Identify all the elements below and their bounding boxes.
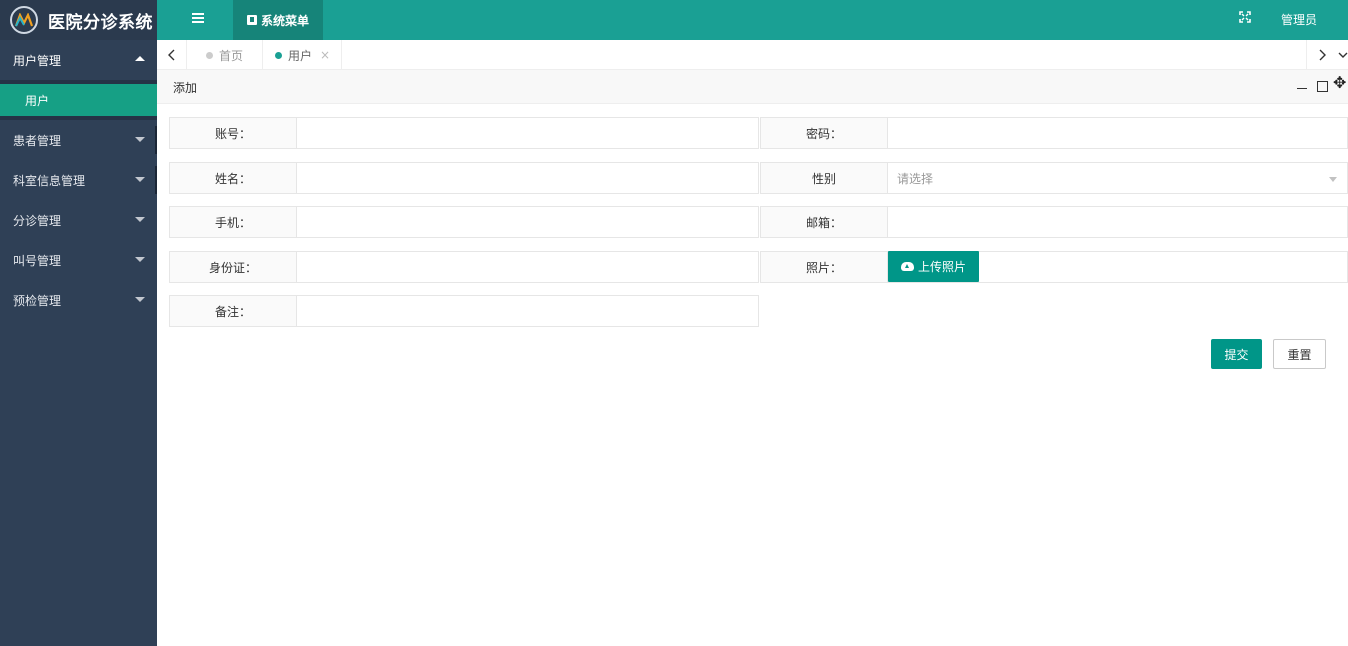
sidebar-item-label: 分诊管理 (13, 213, 62, 228)
system-menu-label: 系统菜单 (260, 13, 309, 28)
phone-label: 手机： (169, 206, 297, 238)
sidebar-item-label: 预检管理 (13, 293, 62, 308)
form-row-name: 姓名： (169, 162, 759, 194)
remark-field[interactable] (297, 295, 759, 327)
sidebar-item-label: 科室信息管理 (13, 173, 86, 188)
chevron-right-icon[interactable] (1306, 40, 1336, 70)
name-label: 姓名： (169, 162, 297, 194)
move-icon: ✥ (1333, 73, 1347, 92)
logo-glyph-icon (15, 13, 33, 27)
id-card-field[interactable] (297, 251, 759, 283)
form-row-gender: 性别 请选择 (760, 162, 1348, 194)
tab-label: 用户 (288, 48, 313, 63)
tab-label: 首页 (219, 48, 244, 63)
chevron-down-icon (135, 257, 145, 262)
chevron-down-icon (135, 177, 145, 182)
sidebar-item-label: 叫号管理 (13, 253, 62, 268)
chevron-down-icon[interactable] (1337, 40, 1348, 70)
sidebar-item-precheck-management[interactable]: 预检管理 (0, 280, 157, 320)
sidebar-item-patient-management[interactable]: 患者管理 (0, 120, 157, 160)
menu-icon[interactable] (192, 13, 204, 25)
form-row-account: 账号： (169, 117, 759, 149)
cloud-upload-icon (900, 262, 914, 271)
photo-label: 照片： (760, 251, 888, 283)
app-title: 医院分诊系统 (48, 12, 153, 33)
form-row-phone: 手机： (169, 206, 759, 238)
chevron-down-icon (135, 137, 145, 142)
password-field[interactable] (888, 117, 1348, 149)
sidebar-subitem-user[interactable]: 用户 (0, 84, 157, 116)
upload-photo-button[interactable]: 上传照片 (888, 251, 979, 282)
tab-bar: 首页 用户 × (157, 40, 1348, 70)
form-row-email: 邮箱： (760, 206, 1348, 238)
phone-field[interactable] (297, 206, 759, 238)
tab-home[interactable]: 首页 (188, 40, 263, 70)
sidebar-item-user-management[interactable]: 用户管理 (0, 40, 157, 80)
fullscreen-icon[interactable] (1239, 11, 1251, 23)
gender-label: 性别 (760, 162, 888, 194)
form-row-photo: 照片： (760, 251, 1348, 283)
email-field[interactable] (888, 206, 1348, 238)
gender-select[interactable]: 请选择 (888, 162, 1348, 194)
form-row-remark: 备注： (169, 295, 759, 327)
submit-button[interactable]: 提交 (1211, 339, 1262, 369)
maximize-icon[interactable] (1317, 81, 1328, 92)
gender-placeholder: 请选择 (897, 171, 934, 186)
chevron-left-icon[interactable] (157, 40, 187, 70)
sidebar: 医院分诊系统 用户管理 用户 患者管理 科室信息管理 分诊管理 叫号管理 预检管… (0, 0, 157, 646)
tab-user[interactable]: 用户 × (263, 40, 342, 70)
minimize-icon[interactable] (1297, 88, 1307, 89)
system-menu-tab[interactable]: 系统菜单 (233, 0, 323, 40)
email-label: 邮箱： (760, 206, 888, 238)
user-name[interactable]: 管理员 (1281, 0, 1317, 40)
sidebar-item-triage-management[interactable]: 分诊管理 (0, 200, 157, 240)
password-label: 密码： (760, 117, 888, 149)
reset-button[interactable]: 重置 (1273, 339, 1326, 369)
chevron-down-icon (135, 217, 145, 222)
sidebar-item-department-management[interactable]: 科室信息管理 (0, 160, 157, 200)
upload-label: 上传照片 (917, 260, 966, 274)
sidebar-item-label: 用户管理 (13, 53, 62, 68)
form-row-id-card: 身份证： (169, 251, 759, 283)
id-card-label: 身份证： (169, 251, 297, 283)
panel-header: 添加 ✥ (157, 70, 1348, 104)
sidebar-item-calling-management[interactable]: 叫号管理 (0, 240, 157, 280)
name-field[interactable] (297, 162, 759, 194)
chevron-down-icon (135, 297, 145, 302)
sidebar-subitem-label: 用户 (25, 93, 50, 108)
app-logo: 医院分诊系统 (0, 0, 157, 40)
account-label: 账号： (169, 117, 297, 149)
panel-title: 添加 (173, 81, 198, 95)
chevron-up-icon (135, 56, 145, 61)
remark-label: 备注： (169, 295, 297, 327)
chevron-down-icon (1329, 177, 1337, 182)
submenu: 用户 (0, 80, 157, 120)
top-header: 系统菜单 管理员 (157, 0, 1348, 40)
book-icon (246, 15, 257, 25)
account-field[interactable] (297, 117, 759, 149)
sidebar-item-label: 患者管理 (13, 133, 62, 148)
form-row-password: 密码： (760, 117, 1348, 149)
logo-icon (10, 6, 38, 34)
close-icon[interactable]: × (320, 48, 330, 62)
